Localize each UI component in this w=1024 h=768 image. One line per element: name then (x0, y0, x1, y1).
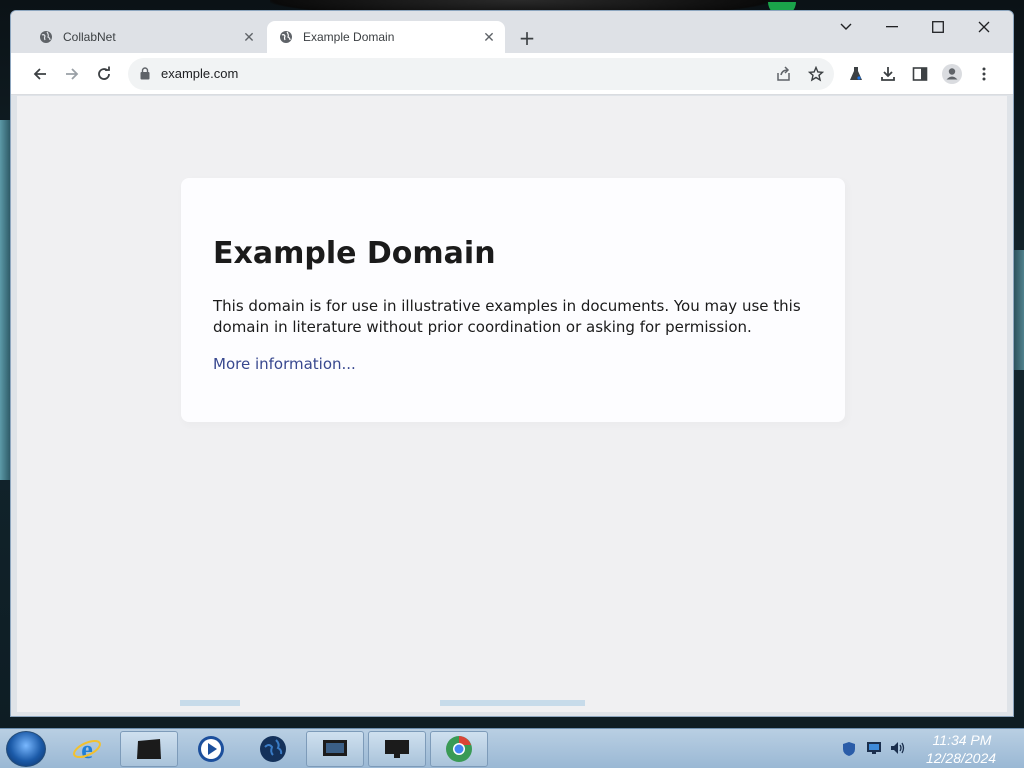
close-tab-icon[interactable]: ✕ (239, 27, 259, 47)
internet-explorer-icon[interactable]: e (58, 731, 116, 767)
monitor-app-icon[interactable] (306, 731, 364, 767)
page-heading: Example Domain (213, 236, 496, 271)
share-icon (777, 66, 790, 81)
browser-menu-button[interactable] (970, 60, 998, 88)
share-button[interactable] (770, 60, 798, 88)
forward-button[interactable] (58, 60, 86, 88)
network-icon[interactable] (866, 741, 882, 755)
back-button[interactable] (26, 60, 54, 88)
lock-icon[interactable] (140, 67, 150, 80)
browser-toolbar: example.com (11, 53, 1013, 95)
downloads-button[interactable] (874, 60, 902, 88)
chrome-icon[interactable] (430, 731, 488, 767)
page-description: This domain is for use in illustrative e… (213, 297, 801, 336)
minimize-button[interactable] (869, 13, 915, 41)
maximize-button[interactable] (915, 13, 961, 41)
bookmark-button[interactable] (802, 60, 830, 88)
clock-time[interactable]: 11:34 PM (922, 732, 1002, 748)
display-glyph (385, 740, 409, 758)
side-panel-icon (912, 67, 928, 81)
tab-collabnet[interactable]: CollabNet ✕ (27, 21, 265, 53)
profile-icon (942, 64, 962, 84)
chevron-down-icon (840, 23, 852, 30)
chrome-glyph (446, 736, 472, 762)
media-glyph (198, 736, 224, 762)
globe-glyph (260, 736, 286, 762)
browser-window: CollabNet ✕ Example Domain ✕ + example.c… (10, 10, 1014, 717)
back-arrow-icon (33, 68, 46, 80)
tab-example-domain[interactable]: Example Domain ✕ (267, 21, 505, 53)
url-text[interactable]: example.com (161, 66, 238, 81)
profile-button[interactable] (938, 60, 966, 88)
globe-icon (40, 31, 52, 43)
tab-search-button[interactable] (823, 13, 869, 41)
minimize-icon (886, 26, 898, 28)
reload-icon (98, 66, 110, 80)
svg-text:e: e (81, 735, 93, 764)
tab-title: Example Domain (303, 30, 395, 44)
maximize-icon (932, 21, 944, 33)
close-window-button[interactable] (961, 13, 1007, 41)
new-tab-button[interactable]: + (514, 25, 540, 51)
start-orb-icon[interactable] (6, 731, 46, 767)
kebab-menu-icon (982, 67, 986, 81)
monitor-glyph (323, 740, 347, 756)
close-tab-icon[interactable]: ✕ (479, 27, 499, 47)
shield-icon[interactable] (842, 741, 856, 757)
tab-strip: CollabNet ✕ Example Domain ✕ + (11, 11, 1013, 53)
volume-icon[interactable] (890, 741, 906, 755)
ie-glyph: e (73, 735, 101, 764)
window-bottom-highlight (180, 700, 240, 706)
page-viewport: Example Domain This domain is for use in… (17, 96, 1007, 712)
globe-app-icon[interactable] (244, 731, 302, 767)
close-icon (978, 21, 990, 33)
content-card: Example Domain This domain is for use in… (181, 178, 845, 422)
star-icon (808, 66, 824, 82)
globe-icon (280, 31, 292, 43)
plus-icon: + (518, 26, 536, 50)
side-panel-button[interactable] (906, 60, 934, 88)
display-app-icon[interactable] (368, 731, 426, 767)
labs-button[interactable] (842, 60, 870, 88)
media-player-icon[interactable] (182, 731, 240, 767)
tab-title: CollabNet (63, 30, 116, 44)
taskbar: e 11:34 PM 12/28/2024 (0, 728, 1024, 768)
reload-button[interactable] (90, 60, 118, 88)
explorer-glyph (137, 739, 161, 759)
file-explorer-icon[interactable] (120, 731, 178, 767)
labs-flask-icon (850, 67, 862, 80)
more-information-link[interactable]: More information... (213, 355, 356, 373)
forward-arrow-icon (66, 68, 79, 80)
download-icon (881, 67, 895, 81)
address-bar[interactable]: example.com (128, 58, 834, 90)
clock-date[interactable]: 12/28/2024 (918, 750, 1004, 766)
window-bottom-highlight (440, 700, 585, 706)
